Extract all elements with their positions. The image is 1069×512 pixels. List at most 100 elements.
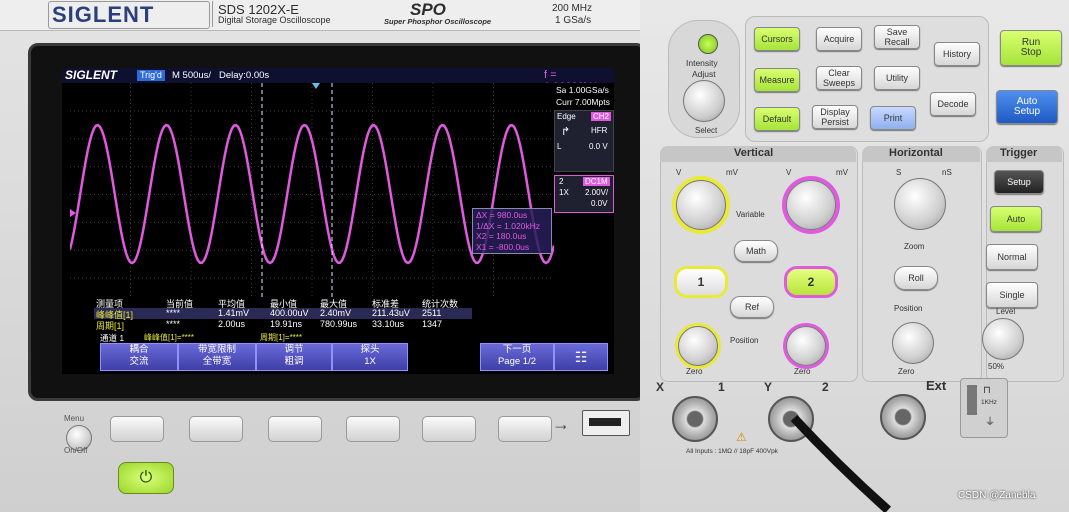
ch1-bnc-connector[interactable]	[672, 396, 718, 442]
clear-sweeps-button[interactable]: Clear Sweeps	[816, 66, 862, 90]
ch1-mv-label: mV	[726, 168, 738, 177]
measure-cell: ****	[166, 319, 181, 329]
measure-cell: 1347	[422, 319, 443, 329]
variable-label: Variable	[736, 210, 765, 219]
menu-next-page-label: 下一页	[502, 344, 532, 355]
ch1-button[interactable]: 1	[674, 266, 728, 298]
intensity-led-icon	[698, 34, 718, 54]
measure-cell: 2.40mV	[320, 308, 352, 318]
roll-button[interactable]: Roll	[894, 266, 938, 290]
model-subtitle: Digital Storage Oscilloscope	[218, 15, 331, 25]
trigger-level-knob[interactable]	[982, 318, 1024, 360]
menu-page-number: Page 1/2	[497, 356, 537, 367]
ch1-position-knob[interactable]	[678, 326, 718, 366]
measure-row: 周期[1] **** 2.00us 19.91ns 780.99us 33.10…	[94, 319, 472, 331]
measure-cell: 周期[1]	[96, 321, 125, 331]
select-label: Select	[695, 126, 718, 135]
adjust-label: Adjust	[692, 69, 716, 79]
ground-icon: ⏚	[985, 417, 995, 428]
measure-cell: 19.91ns	[270, 319, 303, 329]
auto-setup-button[interactable]: Auto Setup	[996, 90, 1058, 124]
sample-rate-readout: Sa 1.00GSa/s	[556, 85, 609, 95]
utility-button[interactable]: Utility	[874, 66, 920, 90]
level-50pct-label: 50%	[988, 362, 1005, 371]
x-input-label: X	[656, 380, 665, 394]
probe-comp-freq: 1KHz	[981, 399, 997, 406]
softkey-5[interactable]	[422, 416, 476, 442]
ch2-position-knob[interactable]	[786, 326, 826, 366]
softkey-menu: 耦合 交流 带宽限制 全带宽 调节 粗调 探头 1X 下一页 Page 1/2 ☷	[100, 341, 608, 371]
trigger-auto-button[interactable]: Auto	[990, 206, 1042, 232]
menu-adjust[interactable]: 调节 粗调	[256, 343, 332, 371]
timebase-knob[interactable]	[894, 178, 946, 230]
graticule	[70, 83, 554, 306]
ch2-mv-label: mV	[836, 168, 848, 177]
ch2-number: 2	[559, 177, 564, 186]
menu-bandwidth-limit[interactable]: 带宽限制 全带宽	[178, 343, 256, 371]
history-button[interactable]: History	[934, 42, 980, 66]
decode-button[interactable]: Decode	[930, 92, 976, 116]
time-ns-label: nS	[942, 168, 952, 177]
input-spec-label: All Inputs : 1MΩ // 18pF 400Vpk	[686, 448, 778, 455]
trigger-single-button[interactable]: Single	[986, 282, 1038, 308]
ch2-volts-knob[interactable]	[786, 180, 836, 230]
math-button[interactable]: Math	[734, 240, 778, 262]
waveform-grid: ΔX = 980.0us 1/ΔX = 1.020kHz X2 = 180.0u…	[70, 83, 554, 306]
print-button[interactable]: Print	[870, 106, 916, 130]
ch2-button[interactable]: 2	[784, 266, 838, 298]
cursor-inverse-delta: 1/ΔX = 1.020kHz	[476, 220, 541, 231]
usb-icon: →	[552, 414, 570, 434]
menu-next-page[interactable]: 下一页 Page 1/2	[480, 343, 554, 371]
memory-depth-readout: Curr 7.00Mpts	[556, 97, 610, 107]
softkey-2[interactable]	[189, 416, 243, 442]
softkey-1[interactable]	[110, 416, 164, 442]
probe-comp-area: ⊓ 1KHz ⏚	[960, 378, 1008, 438]
clear-label: Clear	[828, 68, 850, 78]
display-screen: SIGLENT Trig'd M 500us/ Delay:0.00s f = …	[62, 68, 614, 374]
ch2-coupling: DC1M	[583, 177, 610, 186]
ref-button[interactable]: Ref	[730, 296, 774, 318]
network-icon[interactable]: ☷	[554, 343, 608, 371]
ch2-level-marker	[70, 209, 76, 217]
acquire-button[interactable]: Acquire	[816, 27, 862, 51]
menu-probe[interactable]: 探头 1X	[332, 343, 408, 371]
cursors-button[interactable]: Cursors	[754, 27, 800, 51]
menu-coupling-value: 交流	[129, 356, 149, 367]
softkey-4[interactable]	[346, 416, 400, 442]
menu-bandwidth-label: 带宽限制	[197, 344, 236, 355]
cursor-x2-value: X2 = 180.0us	[476, 231, 527, 241]
measure-cell: 211.43uV	[372, 308, 410, 318]
measurement-table: 测量项 当前值 平均值 最小值 最大值 标准差 统计次数 峰峰值[1] ****…	[94, 297, 612, 333]
level-label: Level	[996, 307, 1016, 316]
y-input-label: Y	[764, 380, 773, 394]
probe-comp-terminal[interactable]	[967, 385, 977, 415]
ch1-input-number: 1	[718, 380, 725, 394]
spo-subtitle: Super Phosphor Oscilloscope	[384, 17, 492, 26]
usb-port[interactable]	[582, 410, 630, 436]
trigger-level-value: 0.0 V	[589, 142, 608, 151]
horizontal-position-knob[interactable]	[892, 322, 934, 364]
save-recall-button[interactable]: Save Recall	[874, 25, 920, 49]
default-button[interactable]: Default	[754, 107, 800, 131]
menu-bandwidth-value: 全带宽	[202, 356, 232, 367]
trigger-normal-button[interactable]: Normal	[986, 244, 1038, 270]
menu-adjust-label: 调节	[284, 344, 304, 355]
measure-cell: 2511	[422, 308, 442, 318]
run-stop-button[interactable]: Run Stop	[1000, 30, 1062, 66]
ch2-info-box[interactable]: 2 DC1M 1X 2.00V/ 0.0V	[554, 175, 614, 213]
power-button[interactable]: ⏻	[118, 462, 174, 494]
intensity-knob[interactable]	[683, 80, 725, 122]
menu-coupling[interactable]: 耦合 交流	[100, 343, 178, 371]
ch2-offset: 0.0V	[591, 199, 608, 208]
softkey-6[interactable]	[498, 416, 552, 442]
square-wave-icon: ⊓	[983, 385, 991, 396]
recall-label: Recall	[884, 37, 910, 47]
ch1-v-label: V	[676, 168, 682, 177]
softkey-3[interactable]	[268, 416, 322, 442]
measure-button[interactable]: Measure	[754, 68, 800, 92]
display-persist-button[interactable]: Display Persist	[812, 105, 858, 129]
trigger-setup-button[interactable]: Setup	[994, 170, 1044, 194]
trigger-status: Trig'd	[137, 70, 165, 81]
cursor-info-box: ΔX = 980.0us 1/ΔX = 1.020kHz X2 = 180.0u…	[472, 208, 552, 254]
ch1-volts-knob[interactable]	[676, 180, 726, 230]
